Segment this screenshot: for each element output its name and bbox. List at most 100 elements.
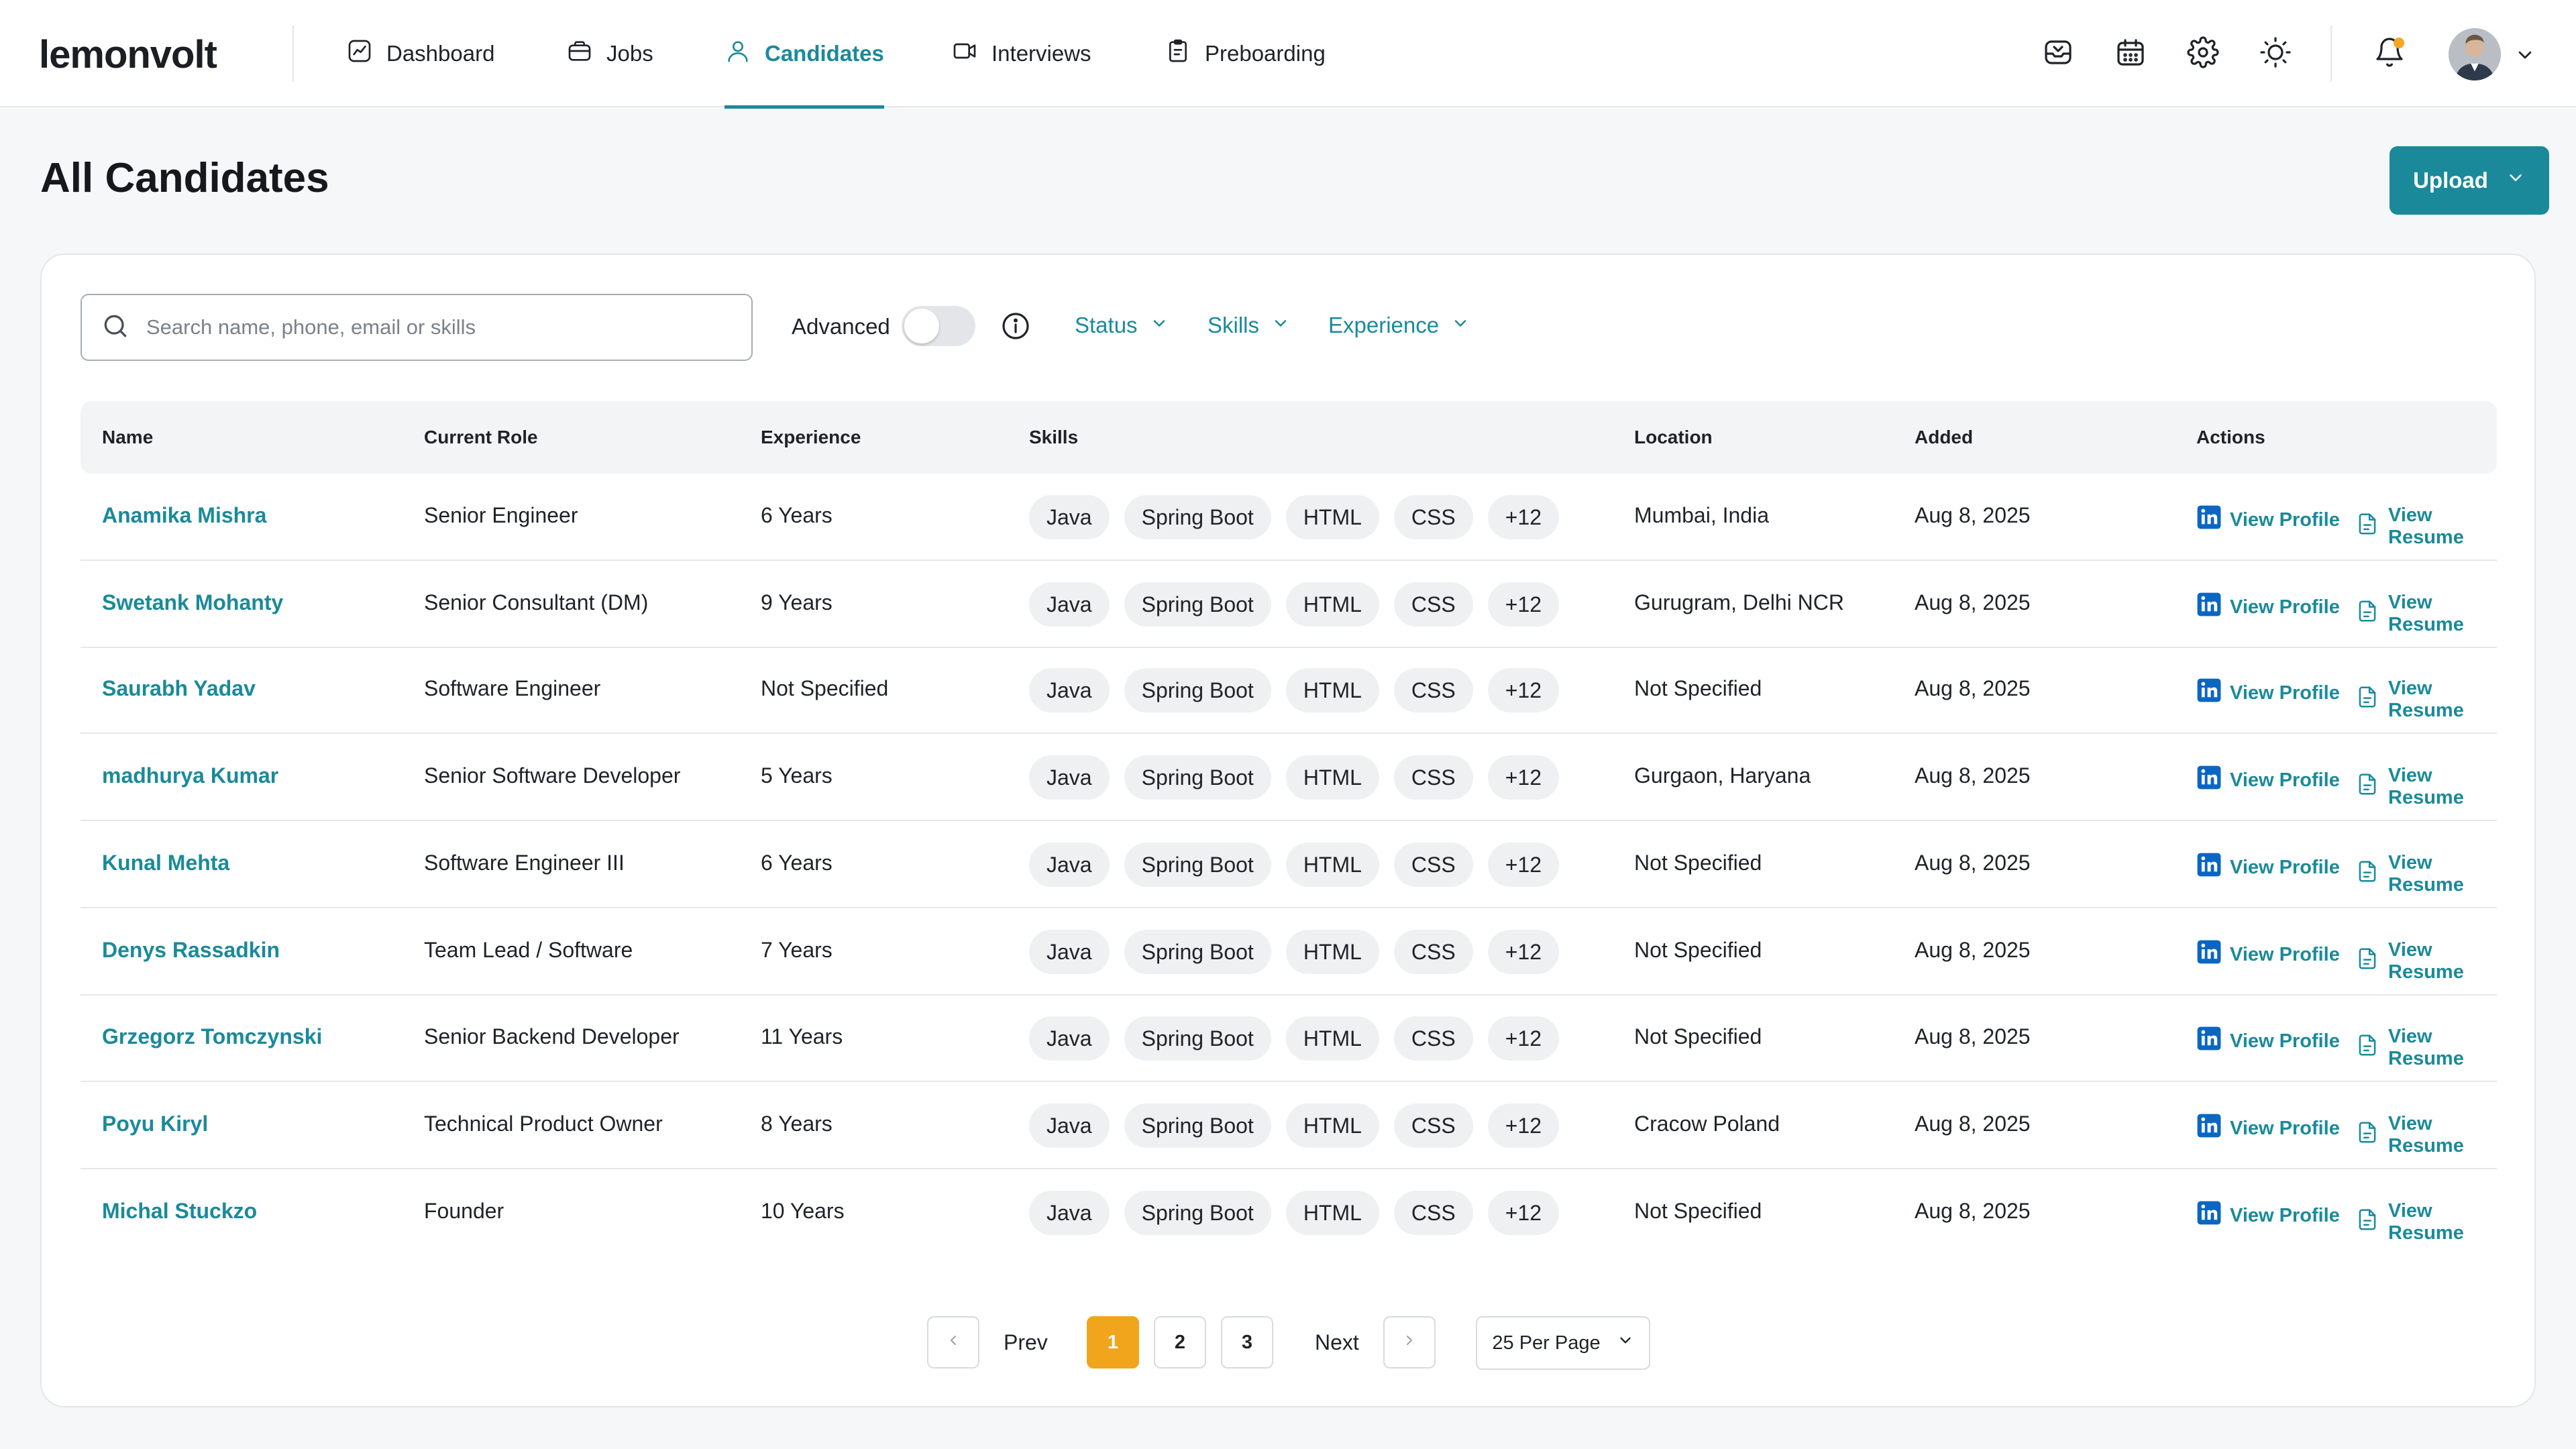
nav-item-jobs[interactable]: Jobs bbox=[566, 0, 653, 107]
candidate-name-link[interactable]: Kunal Mehta bbox=[102, 851, 229, 875]
linkedin-icon bbox=[2196, 592, 2222, 623]
next-page-link[interactable]: Next bbox=[1315, 1330, 1359, 1355]
column-header-skills[interactable]: Skills bbox=[1029, 427, 1078, 448]
column-header-role[interactable]: Current Role bbox=[424, 427, 538, 448]
skill-chip-css: CSS bbox=[1394, 843, 1473, 887]
skills-list: JavaSpring BootHTMLCSS+12 bbox=[1029, 495, 1559, 539]
skill-chip-spring-boot: Spring Boot bbox=[1124, 1191, 1271, 1235]
view-resume-label: View Resume bbox=[2388, 939, 2497, 983]
candidate-name-link[interactable]: Poyu Kiryl bbox=[102, 1112, 208, 1136]
column-header-name[interactable]: Name bbox=[102, 427, 153, 448]
view-profile-label: View Profile bbox=[2230, 509, 2340, 531]
experience: 11 Years bbox=[761, 1024, 843, 1049]
document-icon bbox=[2355, 1120, 2380, 1150]
candidate-name-link[interactable]: Michal Stuckzo bbox=[102, 1199, 257, 1224]
view-profile-link[interactable]: View Profile bbox=[2196, 765, 2340, 796]
view-profile-link[interactable]: View Profile bbox=[2196, 504, 2340, 535]
view-profile-link[interactable]: View Profile bbox=[2196, 1026, 2340, 1057]
app-logo[interactable]: lemonvolt bbox=[39, 32, 217, 77]
nav-item-candidates[interactable]: Candidates bbox=[724, 0, 884, 107]
view-profile-link[interactable]: View Profile bbox=[2196, 852, 2340, 883]
settings-button[interactable] bbox=[2184, 35, 2222, 72]
view-resume-link[interactable]: View Resume bbox=[2355, 765, 2497, 809]
nav-item-dashboard[interactable]: Dashboard bbox=[346, 0, 494, 107]
calendar-button[interactable] bbox=[2112, 35, 2149, 72]
view-resume-link[interactable]: View Resume bbox=[2355, 1113, 2497, 1157]
location: Mumbai, India bbox=[1634, 503, 1769, 528]
user-avatar[interactable] bbox=[2449, 28, 2501, 80]
notifications-button[interactable] bbox=[2371, 35, 2408, 72]
column-header-added[interactable]: Added bbox=[1915, 427, 1973, 448]
view-profile-link[interactable]: View Profile bbox=[2196, 1200, 2340, 1231]
prev-page-link[interactable]: Prev bbox=[1004, 1330, 1048, 1355]
table-row: Saurabh Yadav Software Engineer Not Spec… bbox=[80, 647, 2497, 734]
view-profile-link[interactable]: View Profile bbox=[2196, 1113, 2340, 1144]
skill-chip-html: HTML bbox=[1286, 1191, 1379, 1235]
column-header-location[interactable]: Location bbox=[1634, 427, 1713, 448]
location: Cracow Poland bbox=[1634, 1112, 1780, 1136]
skill-chip-spring-boot: Spring Boot bbox=[1124, 1104, 1271, 1148]
view-resume-link[interactable]: View Resume bbox=[2355, 1026, 2497, 1070]
page-button-2[interactable]: 2 bbox=[1154, 1316, 1206, 1368]
linkedin-icon bbox=[2196, 1200, 2222, 1231]
document-icon bbox=[2355, 771, 2380, 802]
top-navbar: lemonvolt Dashboard Jobs Candidates Inte… bbox=[0, 0, 2576, 107]
candidate-name-link[interactable]: Anamika Mishra bbox=[102, 503, 266, 528]
candidate-name-link[interactable]: Denys Rassadkin bbox=[102, 938, 280, 963]
added-date: Aug 8, 2025 bbox=[1915, 851, 2031, 875]
nav-item-interviews[interactable]: Interviews bbox=[951, 0, 1091, 107]
page-button-3[interactable]: 3 bbox=[1221, 1316, 1273, 1368]
inbox-icon bbox=[2042, 36, 2074, 72]
theme-toggle-button[interactable] bbox=[2257, 35, 2294, 72]
nav-item-label: Dashboard bbox=[386, 41, 494, 66]
advanced-toggle[interactable] bbox=[902, 306, 975, 346]
search-input[interactable] bbox=[145, 315, 724, 340]
candidate-name-link[interactable]: madhurya Kumar bbox=[102, 763, 278, 788]
chevron-down-icon bbox=[1451, 313, 1470, 338]
skill-chip-spring-boot: Spring Boot bbox=[1124, 843, 1271, 887]
skill-chip-more-skills: +12 bbox=[1488, 668, 1559, 712]
view-profile-link[interactable]: View Profile bbox=[2196, 678, 2340, 708]
view-profile-label: View Profile bbox=[2230, 1205, 2340, 1227]
per-page-select[interactable]: 25 Per Page bbox=[1476, 1316, 1650, 1370]
nav-item-preboarding[interactable]: Preboarding bbox=[1165, 0, 1326, 107]
filter-skills-dropdown[interactable]: Skills bbox=[1208, 313, 1290, 338]
next-page-button[interactable] bbox=[1383, 1316, 1436, 1368]
view-resume-link[interactable]: View Resume bbox=[2355, 678, 2497, 722]
candidates-card: Advanced Status Skills Experience Name C… bbox=[40, 254, 2536, 1407]
experience: 5 Years bbox=[761, 763, 833, 788]
view-resume-link[interactable]: View Resume bbox=[2355, 852, 2497, 896]
page-title: All Candidates bbox=[40, 154, 329, 202]
view-resume-link[interactable]: View Resume bbox=[2355, 504, 2497, 549]
skill-chip-more-skills: +12 bbox=[1488, 1104, 1559, 1148]
prev-page-button[interactable] bbox=[927, 1316, 979, 1368]
current-role: Senior Backend Developer bbox=[424, 1024, 680, 1049]
view-profile-link[interactable]: View Profile bbox=[2196, 939, 2340, 970]
advanced-label: Advanced bbox=[792, 314, 890, 339]
skill-chip-html: HTML bbox=[1286, 1104, 1379, 1148]
candidate-name-link[interactable]: Grzegorz Tomczynski bbox=[102, 1024, 322, 1049]
column-header-experience[interactable]: Experience bbox=[761, 427, 861, 448]
filter-experience-dropdown[interactable]: Experience bbox=[1328, 313, 1470, 338]
view-resume-link[interactable]: View Resume bbox=[2355, 592, 2497, 636]
nav-item-label: Interviews bbox=[991, 41, 1091, 66]
table-row: Kunal Mehta Software Engineer III 6 Year… bbox=[80, 821, 2497, 908]
current-role: Software Engineer bbox=[424, 676, 600, 701]
chevron-down-icon[interactable] bbox=[2514, 44, 2536, 66]
candidate-name-link[interactable]: Swetank Mohanty bbox=[102, 590, 283, 615]
view-resume-link[interactable]: View Resume bbox=[2355, 1200, 2497, 1244]
view-profile-label: View Profile bbox=[2230, 857, 2340, 879]
experience: 7 Years bbox=[761, 938, 833, 963]
inbox-button[interactable] bbox=[2039, 35, 2077, 72]
nav-item-label: Candidates bbox=[765, 41, 884, 66]
experience: Not Specified bbox=[761, 676, 888, 701]
candidate-name-link[interactable]: Saurabh Yadav bbox=[102, 676, 256, 701]
upload-button[interactable]: Upload bbox=[2390, 146, 2549, 215]
view-profile-link[interactable]: View Profile bbox=[2196, 592, 2340, 623]
view-resume-link[interactable]: View Resume bbox=[2355, 939, 2497, 983]
filter-status-dropdown[interactable]: Status bbox=[1075, 313, 1169, 338]
page-button-1[interactable]: 1 bbox=[1087, 1316, 1139, 1368]
added-date: Aug 8, 2025 bbox=[1915, 503, 2031, 528]
linkedin-icon bbox=[2196, 678, 2222, 708]
info-icon[interactable] bbox=[1000, 310, 1032, 342]
